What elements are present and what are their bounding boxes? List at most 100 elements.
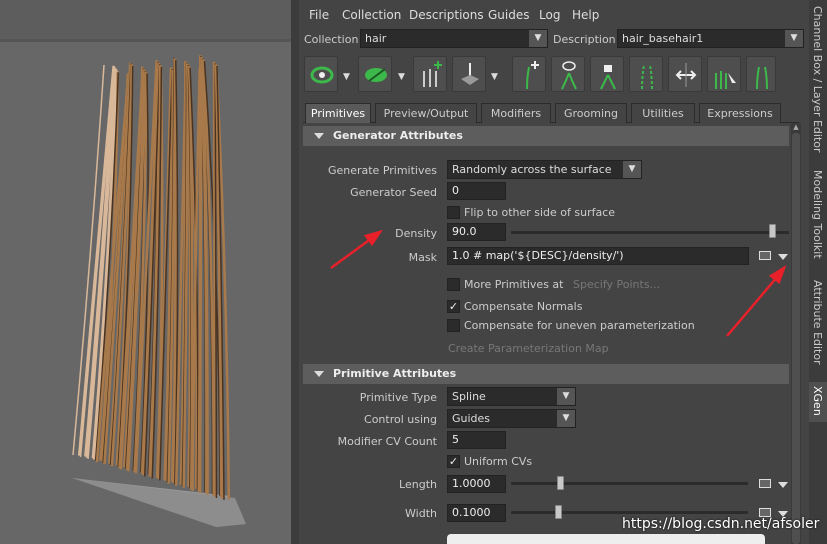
cv-count-label: Modifier CV Count: [337, 435, 437, 448]
width-label: Width: [405, 507, 437, 520]
primitive-attributes-header[interactable]: Primitive Attributes: [303, 364, 789, 384]
primitive-type-label: Primitive Type: [359, 391, 437, 404]
toolbar: ▼ ▼ ▼: [299, 52, 809, 96]
tab-utilities[interactable]: Utilities: [631, 103, 695, 123]
menu-log[interactable]: Log: [539, 8, 560, 22]
uniform-cvs-label: Uniform CVs: [464, 455, 533, 468]
tab-modifiers[interactable]: Modifiers: [481, 103, 551, 123]
show-guide-button[interactable]: [551, 56, 585, 92]
control-using-select[interactable]: Guides ▼: [447, 409, 576, 428]
generator-seed-input[interactable]: 0: [447, 182, 506, 200]
lock-guide-button[interactable]: [590, 56, 624, 92]
chevron-down-icon: ▼: [529, 30, 547, 47]
width-ramp-widget[interactable]: [447, 534, 765, 544]
description-select[interactable]: hair_basehair1 ▼: [617, 29, 804, 48]
menu-collection[interactable]: Collection: [342, 8, 401, 22]
flip-guide-button[interactable]: [668, 56, 702, 92]
chevron-down-icon: ▼: [557, 410, 575, 427]
mask-expression-input[interactable]: 1.0 # map('${DESC}/density/'): [447, 247, 749, 265]
preview-button[interactable]: [304, 56, 338, 92]
tab-attribute-editor[interactable]: Attribute Editor: [809, 280, 827, 370]
uniform-cvs-checkbox[interactable]: ✓: [447, 455, 460, 468]
menu-descriptions[interactable]: Descriptions: [409, 8, 484, 22]
select-guide-button[interactable]: [707, 56, 741, 92]
side-tab-bar: Channel Box / Layer Editor Modeling Tool…: [809, 0, 827, 544]
collapse-icon: [314, 371, 324, 377]
tab-grooming[interactable]: Grooming: [555, 103, 627, 123]
flip-side-checkbox[interactable]: [447, 206, 460, 219]
expression-menu-icon[interactable]: [778, 482, 788, 488]
clear-preview-button[interactable]: [358, 56, 392, 92]
menu-help[interactable]: Help: [572, 8, 599, 22]
splitter[interactable]: [291, 0, 299, 544]
density-input[interactable]: 90.0: [447, 223, 506, 241]
compensate-uneven-checkbox[interactable]: [447, 319, 460, 332]
description-value: hair_basehair1: [622, 32, 704, 45]
generate-primitives-value: Randomly across the surface: [452, 163, 612, 176]
expression-menu-icon[interactable]: [778, 254, 788, 260]
hair-model[interactable]: [0, 0, 291, 544]
tab-xgen[interactable]: XGen: [809, 382, 827, 422]
primitives-content: Generator Attributes Generate Primitives…: [303, 123, 789, 544]
hair-strand: [198, 56, 203, 493]
tab-channel-box[interactable]: Channel Box / Layer Editor: [809, 6, 827, 158]
guide-split-button[interactable]: [629, 56, 663, 92]
guide-tool-button[interactable]: [746, 56, 776, 92]
compensate-normals-checkbox[interactable]: ✓: [447, 300, 460, 313]
chevron-down-icon[interactable]: ▼: [491, 72, 498, 82]
tab-modeling-toolkit-label: Modeling Toolkit: [811, 170, 824, 259]
width-slider-handle[interactable]: [555, 505, 562, 519]
vertical-scrollbar[interactable]: ▲: [791, 123, 801, 544]
scrollbar-thumb[interactable]: [792, 133, 800, 544]
compensate-normals-label: Compensate Normals: [464, 300, 583, 313]
density-slider-handle[interactable]: [769, 224, 777, 238]
primitive-type-select[interactable]: Spline ▼: [447, 387, 576, 406]
generator-attributes-header[interactable]: Generator Attributes: [303, 126, 789, 146]
tab-attribute-editor-label: Attribute Editor: [811, 280, 824, 365]
scroll-up-icon[interactable]: ▲: [792, 123, 800, 132]
tab-modeling-toolkit[interactable]: Modeling Toolkit: [809, 170, 827, 266]
density-slider[interactable]: [511, 231, 789, 234]
width-slider[interactable]: [511, 511, 748, 514]
specify-points-button[interactable]: Specify Points...: [573, 278, 660, 291]
create-parameterization-map-button[interactable]: Create Parameterization Map: [448, 342, 609, 355]
map-editor-icon[interactable]: [759, 251, 771, 260]
length-slider[interactable]: [511, 482, 748, 485]
generator-seed-label: Generator Seed: [350, 186, 437, 199]
flip-side-label: Flip to other side of surface: [464, 206, 616, 219]
tab-expressions[interactable]: Expressions: [699, 103, 781, 123]
generate-primitives-select[interactable]: Randomly across the surface ▼: [447, 160, 642, 179]
guide-attach-button[interactable]: [452, 56, 486, 92]
add-cv-button[interactable]: [512, 56, 546, 92]
map-editor-icon[interactable]: [759, 479, 771, 488]
tab-primitives[interactable]: Primitives: [305, 103, 371, 123]
length-input[interactable]: 1.0000: [447, 475, 506, 493]
menu-guides[interactable]: Guides: [488, 8, 530, 22]
more-primitives-label: More Primitives at: [464, 278, 564, 291]
watermark: https://blog.csdn.net/afsoler: [622, 516, 820, 532]
tab-xgen-label: XGen: [811, 386, 824, 416]
viewport[interactable]: [0, 0, 291, 544]
more-primitives-checkbox[interactable]: [447, 278, 460, 291]
collection-value: hair: [365, 32, 387, 45]
menu-file[interactable]: File: [309, 8, 329, 22]
collection-select[interactable]: hair ▼: [360, 29, 548, 48]
length-slider-handle[interactable]: [557, 476, 564, 490]
tab-bar: Primitives Preview/Output Modifiers Groo…: [303, 103, 799, 123]
menu-bar: File Collection Descriptions Guides Log …: [299, 0, 809, 28]
length-label: Length: [399, 478, 437, 491]
add-guide-button[interactable]: [413, 56, 447, 92]
cv-count-input[interactable]: 5: [447, 431, 506, 449]
width-input[interactable]: 0.1000: [447, 504, 506, 522]
density-label: Density: [395, 227, 437, 240]
chevron-down-icon[interactable]: ▼: [398, 72, 405, 82]
primitive-type-value: Spline: [452, 390, 486, 403]
chevron-down-icon[interactable]: ▼: [343, 72, 350, 82]
generate-primitives-label: Generate Primitives: [327, 164, 437, 177]
tab-preview-output[interactable]: Preview/Output: [375, 103, 477, 123]
collection-label: Collection: [304, 33, 359, 46]
control-using-value: Guides: [452, 412, 491, 425]
control-using-label: Control using: [364, 413, 437, 426]
chevron-down-icon: ▼: [785, 30, 803, 47]
mask-label: Mask: [408, 251, 437, 264]
